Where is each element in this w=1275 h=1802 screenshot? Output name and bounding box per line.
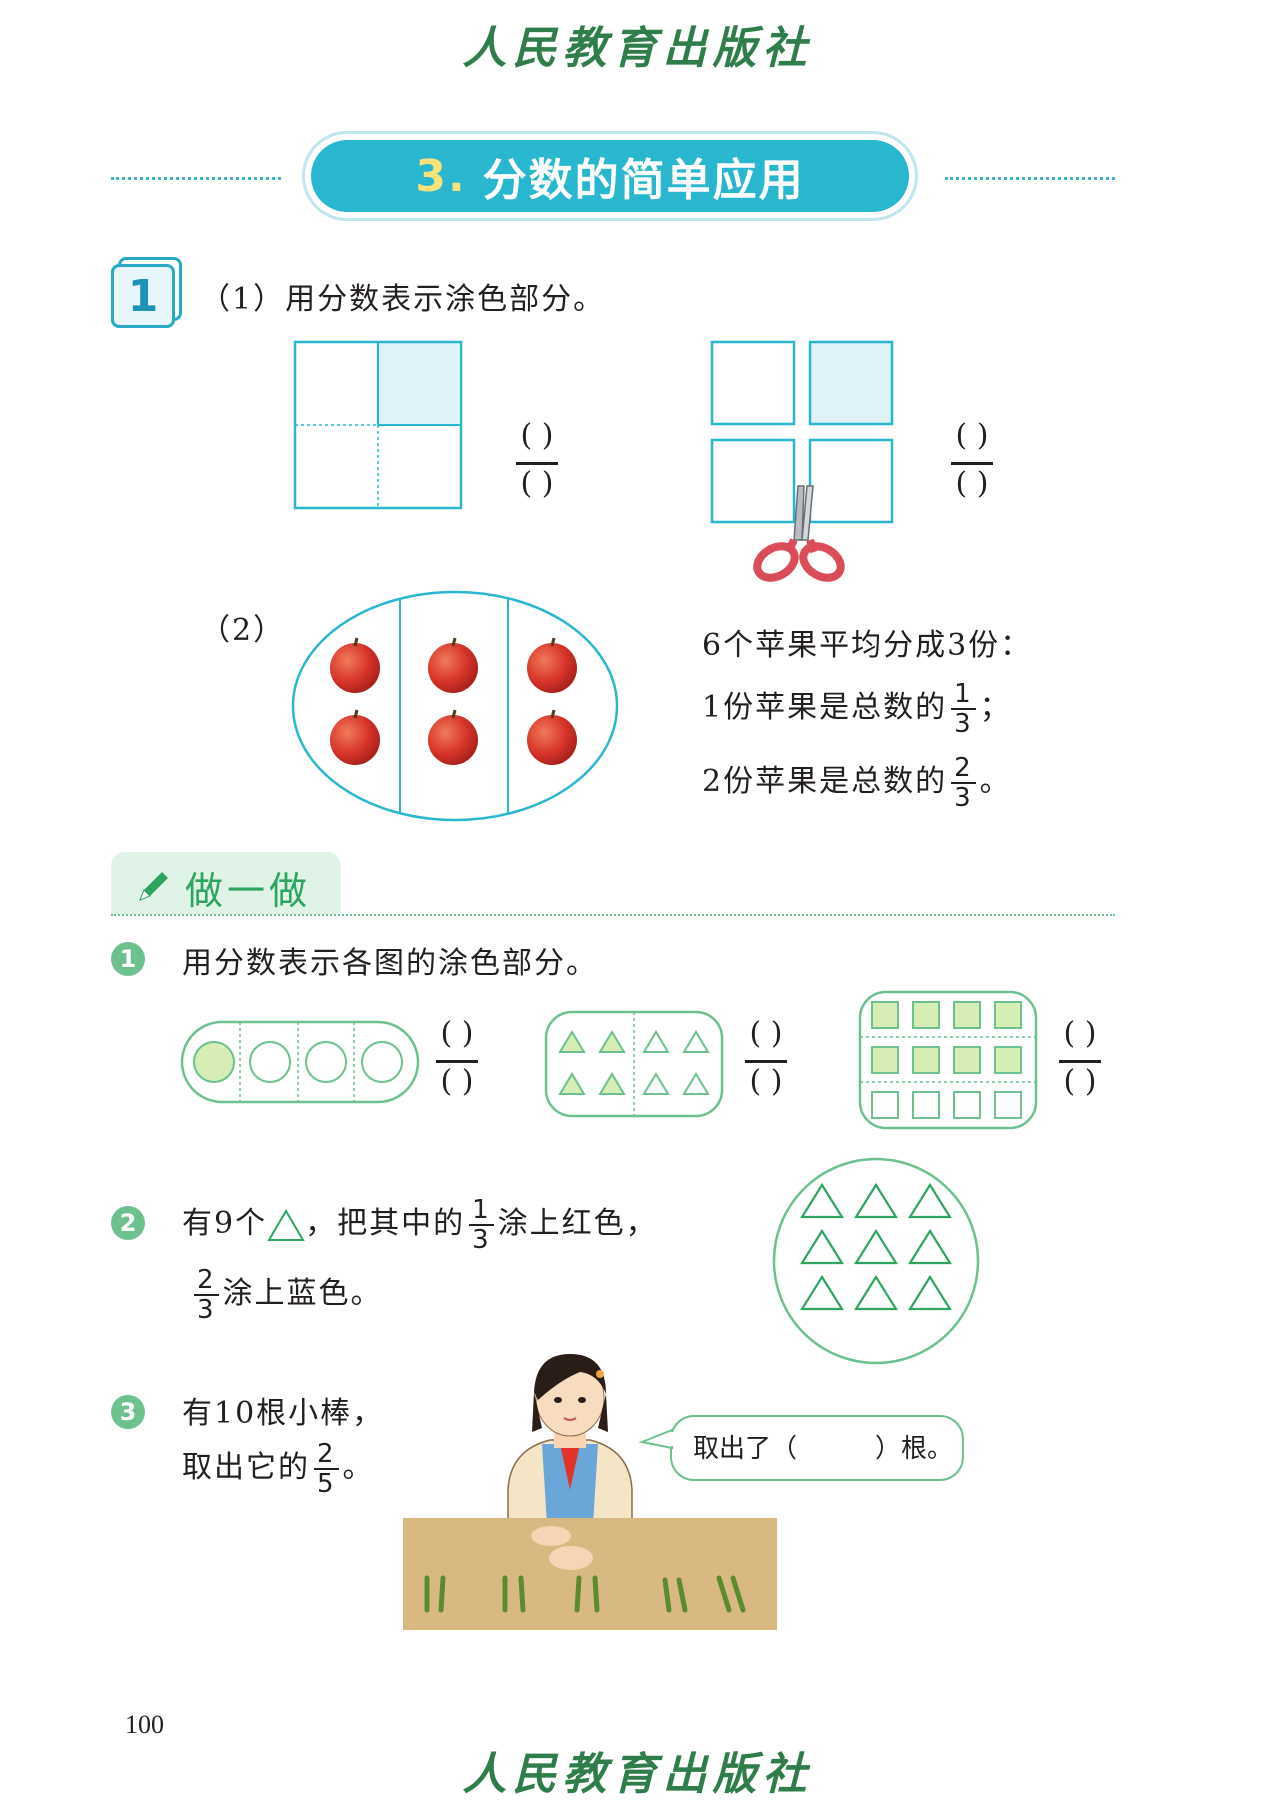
triangles-figure (544, 1010, 724, 1118)
shaded-square (953, 1046, 981, 1074)
shaded-triangle (598, 1072, 626, 1095)
shaded-square (808, 340, 894, 426)
divided-square-figure (293, 340, 463, 510)
shaded-square (912, 1046, 940, 1074)
pencil-icon (139, 872, 168, 901)
line3-prefix: 2份苹果是总数的 (702, 764, 948, 799)
nine-triangles-figure[interactable] (770, 1155, 982, 1367)
shaded-square (871, 1046, 899, 1074)
q1-answer-blank-c[interactable]: ( ) ( ) (1045, 1016, 1115, 1106)
practice-divider (111, 914, 1115, 916)
q1-answer-blank-b[interactable]: ( ) ( ) (731, 1016, 801, 1106)
shaded-square (953, 1001, 981, 1029)
cut-squares-figure (710, 340, 894, 582)
header-publisher-logo: 人民教育出版社 (462, 23, 813, 74)
fraction-one-third: 13 (469, 1196, 494, 1254)
page-number: 100 (125, 1710, 164, 1739)
question-number-2: 2 (111, 1206, 145, 1240)
speech-bubble-tail (638, 1428, 674, 1450)
fraction-answer-blank-2[interactable]: ( ) ( ) (937, 418, 1007, 508)
q1-prompt: 用分数表示各图的涂色部分。 (182, 946, 598, 981)
section-title: 3. 分数的简单应用 (311, 140, 909, 212)
example1-part1-prompt: （1）用分数表示涂色部分。 (200, 282, 606, 317)
apple-statement-line1: 6个苹果平均分成3份： (702, 628, 1033, 663)
fraction-two-fifths: 25 (314, 1440, 339, 1498)
q3-line1: 有10根小棒， (182, 1396, 385, 1431)
question-number-3: 3 (111, 1395, 145, 1429)
apple-icon (428, 709, 478, 765)
title-dotted-left (111, 177, 281, 180)
practice-heading: 做一做 (185, 869, 312, 913)
q3-line2: 取出它的 2 5。 (182, 1439, 375, 1499)
example1-part2-label: （2） (200, 613, 286, 648)
speech-text[interactable]: 取出了（ ）根。 (693, 1428, 953, 1465)
shaded-circle (193, 1041, 235, 1083)
numerator-blank[interactable]: ( ) (937, 418, 1007, 453)
line2-prefix: 1份苹果是总数的 (702, 690, 948, 725)
shaded-square (871, 1001, 899, 1029)
fraction-one-third: 13 (951, 680, 976, 738)
denominator-blank[interactable]: ( ) (937, 466, 1007, 501)
numerator-blank[interactable]: ( ) (502, 418, 572, 453)
circles-figure (180, 1020, 420, 1104)
shaded-triangle (598, 1030, 626, 1053)
fraction-answer-blank[interactable]: ( ) ( ) (502, 418, 572, 508)
apple-statement-line2: 1份苹果是总数的 1 3； (702, 679, 1012, 739)
triangle-icon (267, 1209, 305, 1241)
shaded-triangle (558, 1030, 586, 1053)
scissors-icon (753, 485, 845, 582)
shaded-triangle (558, 1072, 586, 1095)
shaded-square (912, 1001, 940, 1029)
section-number: 3. (415, 150, 467, 202)
apple-icon (330, 637, 380, 693)
example-badge: 1 (111, 264, 175, 328)
apples-oval-figure (291, 590, 619, 822)
q2-line1: 有9个 ，把其中的 1 3 涂上红色， (182, 1195, 658, 1255)
squares-grid-figure (858, 990, 1038, 1130)
section-title-text: 分数的简单应用 (482, 155, 805, 206)
title-dotted-right (945, 177, 1115, 180)
table-with-sticks (403, 1518, 777, 1630)
q2-line2: 2 3 涂上蓝色。 (190, 1266, 383, 1324)
denominator-blank[interactable]: ( ) (502, 466, 572, 501)
question-number-1: 1 (111, 942, 145, 976)
shaded-square (994, 1046, 1022, 1074)
apple-icon (428, 637, 478, 693)
footer-publisher-logo: 人民教育出版社 (462, 1749, 813, 1800)
apple-statement-line3: 2份苹果是总数的 2 3。 (702, 753, 1012, 813)
shaded-square (994, 1001, 1022, 1029)
apple-icon (527, 637, 577, 693)
fraction-two-thirds: 23 (951, 754, 976, 812)
q1-answer-blank-a[interactable]: ( ) ( ) (422, 1016, 492, 1106)
apple-icon (527, 709, 577, 765)
shaded-quarter (376, 342, 459, 425)
fraction-two-thirds: 23 (194, 1266, 219, 1324)
apple-icon (330, 709, 380, 765)
